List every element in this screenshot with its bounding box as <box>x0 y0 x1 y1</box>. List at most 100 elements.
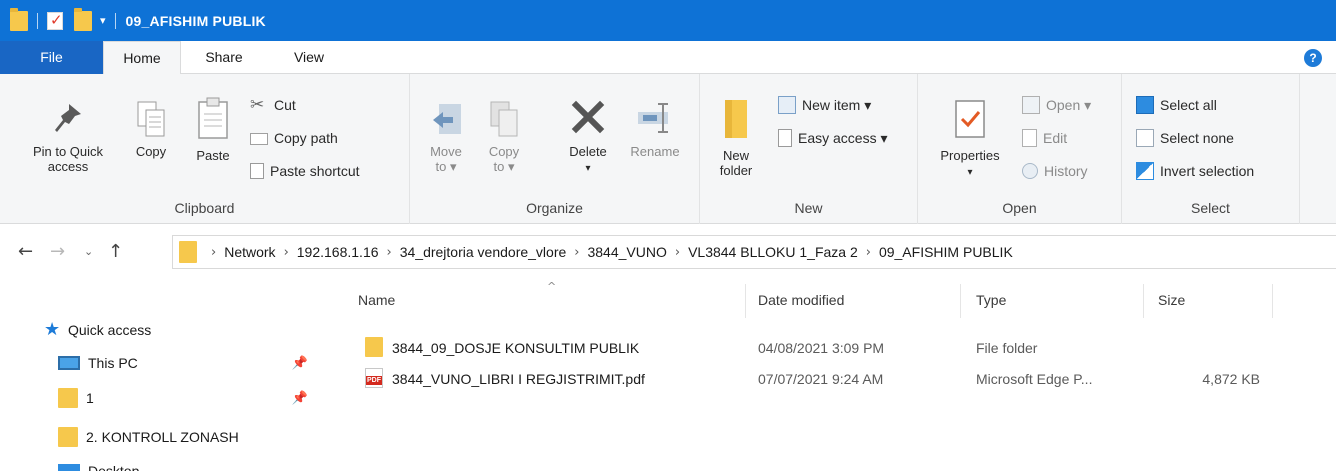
copy-to-label-line2: to ▾ <box>493 159 515 174</box>
toolbar-separator <box>114 12 116 29</box>
computer-icon <box>58 356 80 370</box>
pin-to-quick-access-button[interactable]: Pin to Quick access <box>18 100 118 174</box>
column-divider[interactable] <box>1272 284 1273 318</box>
table-row[interactable]: PDF 3844_VUNO_LIBRI I REGJISTRIMIT.pdf 0… <box>360 366 1280 392</box>
title-bar: ▾ 09_AFISHIM PUBLIK <box>0 0 1336 41</box>
move-to-button[interactable]: Move to ▾ <box>424 100 468 174</box>
scissors-icon: ✂ <box>250 95 265 115</box>
help-icon[interactable]: ? <box>1304 49 1322 67</box>
tab-file[interactable]: File <box>0 41 103 74</box>
history-button[interactable]: History <box>1022 160 1088 182</box>
column-divider[interactable] <box>1143 284 1144 318</box>
tab-home[interactable]: Home <box>103 41 181 75</box>
new-folder-icon <box>725 100 747 138</box>
customize-toolbar-icon[interactable]: ▾ <box>100 14 106 27</box>
address-bar[interactable]: › Network › 192.168.1.16 › 34_drejtoria … <box>172 235 1336 269</box>
properties-button[interactable]: Properties ▾ <box>930 98 1010 180</box>
breadcrumb-chevron-icon[interactable]: › <box>675 245 680 260</box>
breadcrumb-drejtoria[interactable]: 34_drejtoria vendore_vlore <box>400 244 567 260</box>
pin-icon[interactable]: 📌 <box>292 391 308 406</box>
copy-to-label-line1: Copy <box>488 144 520 159</box>
desktop-icon <box>58 464 80 471</box>
new-item-label: New item ▾ <box>802 96 872 113</box>
breadcrumb-vuno[interactable]: 3844_VUNO <box>587 244 666 260</box>
copy-path-icon <box>250 133 268 145</box>
copy-icon <box>137 101 165 137</box>
select-group: Select all Select none Invert selection … <box>1122 74 1300 224</box>
breadcrumb-chevron-icon[interactable]: › <box>387 245 392 260</box>
breadcrumb-chevron-icon[interactable]: › <box>284 245 289 260</box>
open-button[interactable]: Open ▾ <box>1022 94 1091 116</box>
delete-dropdown-arrow[interactable]: ▾ <box>585 163 590 174</box>
new-folder-icon[interactable] <box>74 7 92 31</box>
delete-button[interactable]: Delete ▾ <box>556 100 620 176</box>
properties-icon[interactable] <box>47 11 63 30</box>
new-item-button[interactable]: New item ▾ <box>778 94 871 116</box>
column-header-type[interactable]: Type <box>976 292 1006 308</box>
copy-to-button[interactable]: Copy to ▾ <box>482 100 526 174</box>
column-header-date[interactable]: Date modified <box>758 292 844 308</box>
ribbon: Pin to Quick access Copy Paste ✂ Cut Cop… <box>0 74 1336 224</box>
breadcrumb-ip[interactable]: 192.168.1.16 <box>297 244 379 260</box>
breadcrumb-network[interactable]: Network <box>224 244 275 260</box>
ribbon-tabs: File Home Share View ? <box>0 41 1336 75</box>
easy-access-label: Easy access ▾ <box>798 129 888 146</box>
nav-this-pc[interactable]: This PC 📌 <box>58 348 328 378</box>
paste-button[interactable]: Paste <box>188 96 238 163</box>
open-group-label: Open <box>1002 200 1037 216</box>
select-all-button[interactable]: Select all <box>1136 94 1217 116</box>
nav-quick-access[interactable]: ★ Quick access <box>44 315 151 345</box>
file-name: 3844_09_DOSJE KONSULTIM PUBLIK <box>392 340 640 356</box>
pdf-icon-label: PDF <box>366 376 382 385</box>
cut-label: Cut <box>274 97 296 113</box>
invert-selection-button[interactable]: Invert selection <box>1136 160 1254 182</box>
copy-path-button[interactable]: Copy path <box>250 127 338 149</box>
easy-access-button[interactable]: Easy access ▾ <box>778 127 888 149</box>
rename-button[interactable]: Rename <box>624 100 686 159</box>
invert-selection-icon <box>1136 162 1154 180</box>
edit-icon <box>1022 129 1037 147</box>
tab-share[interactable]: Share <box>190 41 258 74</box>
properties-label: Properties <box>940 148 1000 163</box>
nav-this-pc-label: This PC <box>88 355 138 371</box>
column-divider[interactable] <box>960 284 961 318</box>
window-title: 09_AFISHIM PUBLIK <box>125 12 266 29</box>
paste-shortcut-button[interactable]: Paste shortcut <box>250 160 360 182</box>
file-list: ^ Name Date modified Type Size 3844_09_D… <box>340 280 1336 471</box>
file-date: 07/07/2021 9:24 AM <box>758 371 884 387</box>
nav-desktop-label: Desktop <box>88 463 140 471</box>
new-group: New folder New item ▾ Easy access ▾ New <box>700 74 918 224</box>
new-folder-button[interactable]: New folder <box>714 96 758 178</box>
up-arrow-icon[interactable]: ↑ <box>108 241 123 262</box>
copy-button[interactable]: Copy <box>128 100 174 159</box>
pin-icon[interactable]: 📌 <box>292 356 308 371</box>
move-to-label-line1: Move <box>430 144 462 159</box>
nav-kontroll-zonash[interactable]: 2. KONTROLL ZONASH <box>58 422 239 452</box>
recent-locations-chevron-icon[interactable]: ⌄ <box>84 245 93 258</box>
folder-icon <box>179 241 197 263</box>
paste-label: Paste <box>196 148 230 163</box>
folder-icon <box>365 337 383 357</box>
table-row[interactable]: 3844_09_DOSJE KONSULTIM PUBLIK 04/08/202… <box>360 335 1280 361</box>
breadcrumb-blloku[interactable]: VL3844 BLLOKU 1_Faza 2 <box>688 244 858 260</box>
nav-folder-1[interactable]: 1 📌 <box>58 383 328 413</box>
back-arrow-icon[interactable]: ← <box>18 241 33 262</box>
properties-dropdown-arrow[interactable]: ▾ <box>967 167 972 178</box>
column-header-name[interactable]: Name <box>358 292 395 308</box>
column-header-size[interactable]: Size <box>1158 292 1185 308</box>
pin-label-line1: Pin to Quick <box>32 144 104 159</box>
forward-arrow-icon[interactable]: → <box>50 241 65 262</box>
breadcrumb-current[interactable]: 09_AFISHIM PUBLIK <box>879 244 1013 260</box>
breadcrumb-chevron-icon[interactable]: › <box>211 245 216 260</box>
nav-desktop[interactable]: Desktop <box>58 456 139 471</box>
cut-button[interactable]: ✂ Cut <box>250 94 296 116</box>
select-none-button[interactable]: Select none <box>1136 127 1234 149</box>
tab-view[interactable]: View <box>278 41 340 74</box>
breadcrumb-chevron-icon[interactable]: › <box>866 245 871 260</box>
rename-icon <box>638 103 668 133</box>
breadcrumb-chevron-icon[interactable]: › <box>574 245 579 260</box>
quick-access-toolbar: ▾ <box>10 0 120 41</box>
easy-access-icon <box>778 129 792 147</box>
edit-button[interactable]: Edit <box>1022 127 1067 149</box>
column-divider[interactable] <box>745 284 746 318</box>
